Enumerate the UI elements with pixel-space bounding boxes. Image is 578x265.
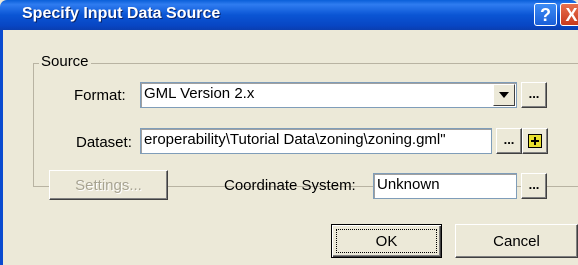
coordinate-system-value: Unknown: [377, 176, 440, 193]
close-icon: X: [565, 4, 578, 25]
settings-button[interactable]: Settings...: [49, 170, 168, 200]
ok-label: OK: [375, 232, 398, 250]
format-browse-button[interactable]: ...: [521, 82, 547, 108]
cancel-label: Cancel: [493, 232, 540, 250]
add-dataset-button[interactable]: [522, 128, 548, 154]
help-button[interactable]: ?: [534, 3, 557, 26]
dataset-label: Dataset:: [76, 134, 132, 151]
format-dropdown-button[interactable]: [493, 84, 515, 106]
window-title: Specify Input Data Source: [22, 5, 221, 22]
format-label: Format:: [74, 87, 126, 104]
dataset-input[interactable]: eroperability\Tutorial Data\zoning\zonin…: [140, 128, 492, 154]
format-browse-label: ...: [528, 85, 540, 101]
format-value: GML Version 2.x: [144, 85, 255, 102]
chevron-down-icon: [499, 92, 509, 98]
coordinate-system-label: Coordinate System:: [224, 177, 356, 194]
dataset-value: eroperability\Tutorial Data\zoning\zonin…: [144, 131, 446, 148]
help-icon: ?: [540, 4, 551, 25]
source-group-label: Source: [39, 53, 91, 70]
close-button[interactable]: X: [560, 3, 578, 26]
coordinate-system-browse-label: ...: [528, 176, 540, 192]
plus-icon: [528, 134, 542, 148]
dataset-browse-button[interactable]: ...: [496, 128, 522, 154]
coordinate-system-input[interactable]: Unknown: [373, 173, 517, 199]
format-select[interactable]: GML Version 2.x: [140, 82, 517, 108]
settings-label: Settings...: [75, 176, 142, 194]
coordinate-system-browse-button[interactable]: ...: [521, 173, 547, 199]
title-bar: Specify Input Data Source ? X: [0, 0, 578, 30]
ok-button[interactable]: OK: [331, 224, 442, 258]
dataset-browse-label: ...: [503, 131, 515, 147]
cancel-button[interactable]: Cancel: [455, 224, 578, 258]
